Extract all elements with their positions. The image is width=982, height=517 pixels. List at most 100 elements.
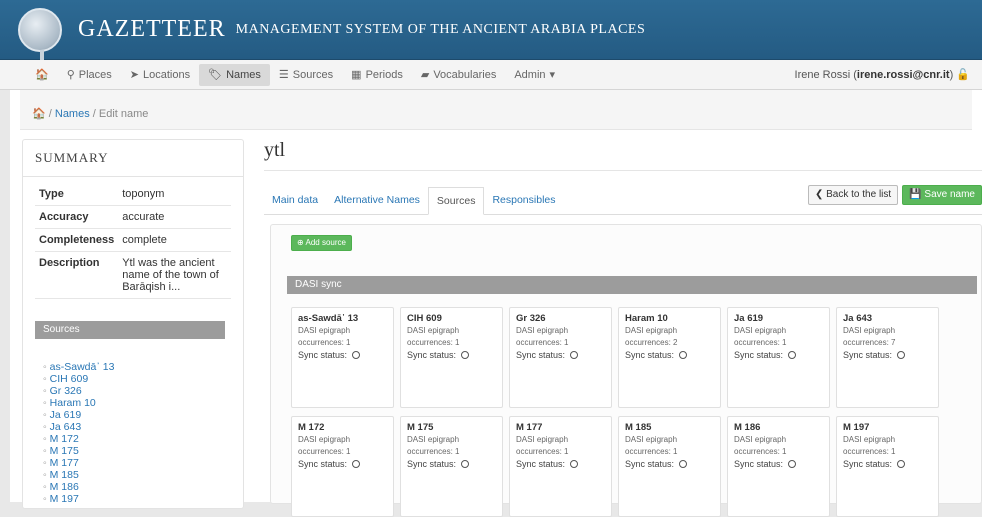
dasi-sync-heading: DASI sync [287, 276, 977, 294]
card-title: Haram 10 [625, 313, 668, 324]
card-type: DASI epigraph [734, 435, 787, 444]
circle-status-icon [569, 460, 578, 468]
summary-title: SUMMARY [23, 140, 243, 177]
card-type: DASI epigraph [734, 326, 787, 335]
source-link[interactable]: M 175 [43, 445, 243, 457]
source-card[interactable]: Ja 643 DASI epigraph occurrences: 7 Sync st… [836, 307, 939, 408]
card-type: DASI epigraph [298, 435, 351, 444]
card-title: Ja 619 [734, 313, 764, 324]
home-icon[interactable]: 🏠 [26, 64, 58, 86]
breadcrumb: 🏠 / Names / Edit name [20, 90, 972, 130]
page-body: 🏠 / Names / Edit name SUMMARY Type topony… [10, 90, 982, 517]
list-icon: ☰ [278, 68, 289, 81]
card-occurrences: occurrences: 1 [734, 447, 787, 456]
top-navbar: 🏠 ⚲ Places ➤ Locations 🏷 Names ☰ Sources ▦ Pe… [0, 60, 982, 90]
card-title: M 177 [516, 422, 543, 433]
user-name: Irene Rossi [794, 69, 851, 81]
source-link[interactable]: M 172 [43, 433, 243, 445]
card-title: M 172 [298, 422, 325, 433]
card-type: DASI epigraph [843, 435, 896, 444]
circle-status-icon [896, 460, 905, 468]
circle-status-icon [896, 351, 905, 359]
logout-icon[interactable]: 🔓 [956, 69, 970, 81]
save-name-button[interactable]: 💾 Save name [902, 185, 982, 205]
circle-status-icon [678, 460, 687, 468]
tab-bar: Main data Alternative Names Sources Resp… [264, 185, 982, 215]
source-card[interactable]: as-Sawdā᾽ 13 DASI epigraph occurrences: 1 S… [291, 307, 394, 408]
app-subtitle: MANAGEMENT SYSTEM OF THE ANCIENT ARABIA … [235, 21, 646, 37]
card-type: DASI epigraph [843, 326, 896, 335]
tab-sources[interactable]: Sources [427, 187, 485, 215]
nav-places[interactable]: ⚲ Places [58, 64, 121, 86]
breadcrumb-home-icon[interactable]: 🏠 [32, 108, 46, 120]
source-cards: as-Sawdā᾽ 13 DASI epigraph occurrences: 1 S… [291, 307, 939, 517]
summary-sidebar: SUMMARY Type toponym Accuracy accurate Com… [22, 139, 244, 509]
nav-sources[interactable]: ☰ Sources [270, 64, 342, 86]
tab-actions: ❮ Back to the list 💾 Save name [807, 185, 982, 205]
user-email: irene.rossi@cnr.it [856, 69, 950, 81]
circle-status-icon [569, 351, 578, 359]
nav-vocabularies[interactable]: ▰ Vocabularies [412, 64, 505, 86]
card-occurrences: occurrences: 7 [843, 338, 896, 347]
sources-list: as-Sawdā᾽ 13 CIH 609 Gr 326 Haram 10 Ja … [43, 361, 243, 505]
circle-status-icon [460, 351, 469, 359]
source-link[interactable]: Gr 326 [43, 385, 243, 397]
app-banner: GAZETTEER MANAGEMENT SYSTEM OF THE ANCIE… [0, 0, 982, 60]
card-type: DASI epigraph [625, 435, 678, 444]
card-occurrences: occurrences: 1 [407, 447, 460, 456]
caret-down-icon: ▾ [549, 68, 556, 81]
source-link[interactable]: CIH 609 [43, 373, 243, 385]
card-occurrences: occurrences: 1 [298, 338, 351, 347]
source-link[interactable]: M 177 [43, 457, 243, 469]
breadcrumb-current: Edit name [98, 108, 149, 120]
card-title: CIH 609 [407, 313, 442, 324]
card-sync-status: Sync status: [843, 349, 932, 361]
source-link[interactable]: Ja 619 [43, 409, 243, 421]
source-card[interactable]: Haram 10 DASI epigraph occurrences: 2 Sync … [618, 307, 721, 408]
card-sync-status: Sync status: [843, 458, 932, 470]
source-card[interactable]: Gr 326 DASI epigraph occurrences: 1 Sync st… [509, 307, 612, 408]
source-link[interactable]: Ja 643 [43, 421, 243, 433]
card-sync-status: Sync status: [516, 458, 605, 470]
table-row: Description Ytl was the ancient name of t… [35, 251, 231, 299]
back-to-list-button[interactable]: ❮ Back to the list [807, 185, 899, 205]
breadcrumb-names[interactable]: Names [55, 108, 90, 120]
card-sync-status: Sync status: [407, 349, 496, 361]
nav-admin[interactable]: Admin ▾ [505, 64, 564, 86]
tab-responsibles[interactable]: Responsibles [484, 194, 563, 214]
book-icon: ▰ [420, 68, 430, 81]
source-card[interactable]: Ja 619 DASI epigraph occurrences: 1 Sync st… [727, 307, 830, 408]
tag-icon: 🏷 [208, 68, 223, 81]
source-link[interactable]: as-Sawdā᾽ 13 [43, 361, 243, 373]
source-link[interactable]: M 185 [43, 469, 243, 481]
card-occurrences: occurrences: 1 [625, 447, 678, 456]
card-type: DASI epigraph [298, 326, 351, 335]
page-title: ytl [264, 139, 982, 171]
add-source-button[interactable]: ⊕ Add source [291, 235, 352, 251]
card-title: M 175 [407, 422, 434, 433]
card-type: DASI epigraph [407, 435, 460, 444]
card-sync-status: Sync status: [298, 349, 387, 361]
source-card[interactable]: CIH 609 DASI epigraph occurrences: 1 Sync s… [400, 307, 503, 408]
app-title: GAZETTEER [78, 16, 226, 42]
tab-main-data[interactable]: Main data [264, 194, 326, 214]
card-occurrences: occurrences: 1 [407, 338, 460, 347]
source-link[interactable]: M 197 [43, 493, 243, 505]
user-info[interactable]: Irene Rossi (irene.rossi@cnr.it) 🔓 [795, 68, 982, 81]
card-occurrences: occurrences: 1 [843, 447, 896, 456]
circle-status-icon [787, 351, 796, 359]
table-row: Completeness complete [35, 228, 231, 252]
card-occurrences: occurrences: 1 [298, 447, 351, 456]
card-type: DASI epigraph [625, 326, 678, 335]
nav-periods[interactable]: ▦ Periods [342, 64, 412, 86]
circle-status-icon [351, 460, 360, 468]
circle-status-icon [351, 351, 360, 359]
card-sync-status: Sync status: [407, 458, 496, 470]
nav-names[interactable]: 🏷 Names [199, 63, 270, 86]
card-type: DASI epigraph [516, 326, 569, 335]
source-link[interactable]: Haram 10 [43, 397, 243, 409]
source-link[interactable]: M 186 [43, 481, 243, 493]
card-title: Gr 326 [516, 313, 546, 324]
tab-alternative-names[interactable]: Alternative Names [326, 194, 428, 214]
nav-locations[interactable]: ➤ Locations [121, 64, 199, 86]
